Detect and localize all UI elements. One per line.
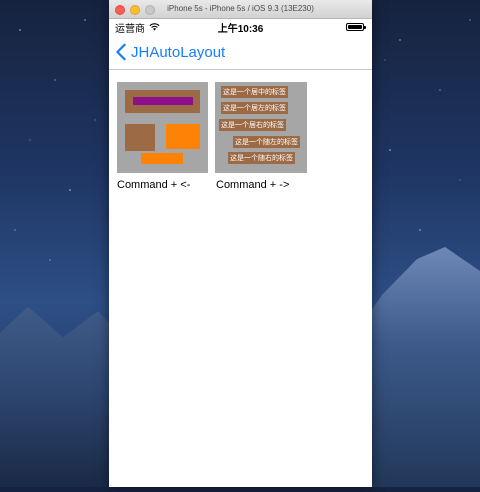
carrier-info: 运营商 [115,20,160,35]
wifi-icon [149,23,160,31]
bottom-orange-block [141,153,183,164]
minimize-button[interactable] [130,5,140,15]
left-brown-block [125,124,155,151]
navigation-bar: JHAutoLayout [109,35,372,70]
label-center: 这是一个居中的标签 [221,86,288,98]
demo-caption-2: Command + -> [216,179,290,191]
right-orange-block [166,124,200,149]
maximize-button[interactable] [145,5,155,15]
label-follow-left: 这是一个随左的标签 [233,136,300,148]
window-controls [115,5,155,15]
battery-icon [346,23,366,31]
back-chevron-icon[interactable] [115,43,127,61]
nav-title[interactable]: JHAutoLayout [131,44,225,61]
label-follow-right: 这是一个随右的标签 [228,152,295,164]
label-right: 这是一个居右的标签 [219,119,286,131]
demo-caption-1: Command + <- [117,179,191,191]
main-content: Command + <- 这是一个居中的标签 这是一个居左的标签 这是一个居右的… [109,70,372,475]
carrier-name: 运营商 [115,23,145,35]
purple-bar [133,97,193,105]
label-left: 这是一个居左的标签 [221,102,288,114]
status-bar: 运营商 上午10:36 [109,19,372,35]
demo-thumbnail-blocks[interactable] [117,82,208,173]
demo-thumbnail-labels[interactable]: 这是一个居中的标签 这是一个居左的标签 这是一个居右的标签 这是一个随左的标签 … [215,82,307,173]
window-title: iPhone 5s - iPhone 5s / iOS 9.3 (13E230) [167,4,314,13]
simulator-window: iPhone 5s - iPhone 5s / iOS 9.3 (13E230)… [109,0,372,487]
battery-level [348,25,362,29]
window-title-bar: iPhone 5s - iPhone 5s / iOS 9.3 (13E230) [109,0,372,19]
close-button[interactable] [115,5,125,15]
